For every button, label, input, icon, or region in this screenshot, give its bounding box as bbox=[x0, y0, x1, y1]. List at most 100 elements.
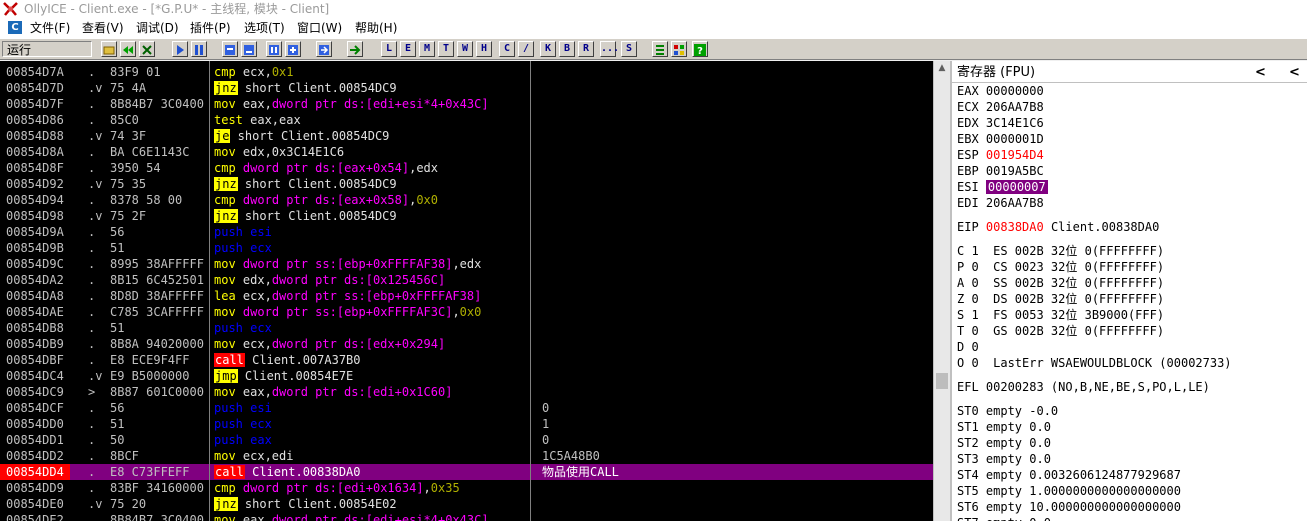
memory-window-button[interactable]: M bbox=[419, 41, 435, 57]
register-esp[interactable]: ESP 001954D4 bbox=[957, 147, 1044, 163]
restart-button[interactable] bbox=[120, 41, 136, 57]
fpu-register-st4[interactable]: ST4 empty 0.0032606124877929687 bbox=[957, 467, 1181, 483]
flag-segment-row[interactable]: C 1 ES 002B 32位 0(FFFFFFFF) bbox=[957, 243, 1164, 259]
disassembly-pane[interactable]: 00854D7A. 83F9 01 cmp ecx,0x1 00854D7D .v 75 … bbox=[0, 61, 933, 521]
menu-view[interactable]: 查看(V) bbox=[82, 18, 124, 38]
disasm-row[interactable]: 00854DD2. 8BCF mov ecx,edi 1C5A48B0 bbox=[0, 448, 933, 464]
windows-window-button[interactable]: W bbox=[457, 41, 473, 57]
disasm-hex-bytes: 8BCF bbox=[110, 449, 139, 463]
run-button[interactable] bbox=[172, 41, 188, 57]
step-over-button[interactable] bbox=[241, 41, 257, 57]
disasm-row[interactable]: 00854DD9. 83BF 34160000 cmp dword ptr ds:[… bbox=[0, 480, 933, 496]
modules-window-button[interactable]: E bbox=[400, 41, 416, 57]
help-button[interactable]: ? bbox=[692, 41, 708, 57]
callstack-window-button[interactable]: K bbox=[540, 41, 556, 57]
register-ecx[interactable]: ECX 206AA7B8 bbox=[957, 99, 1044, 115]
register-edx[interactable]: EDX 3C14E1C6 bbox=[957, 115, 1044, 131]
disasm-row[interactable]: 00854D7D .v 75 4A jnz short Client.00854DC9 bbox=[0, 80, 933, 96]
trace-over-button[interactable] bbox=[285, 41, 301, 57]
disasm-row[interactable]: 00854DD0. 51 push ecx 1 bbox=[0, 416, 933, 432]
pause-button[interactable] bbox=[191, 41, 207, 57]
flag-segment-row[interactable]: D 0 bbox=[957, 339, 979, 355]
fpu-register-st2[interactable]: ST2 empty 0.0 bbox=[957, 435, 1051, 451]
cpu-window-button[interactable]: C bbox=[499, 41, 515, 57]
fpu-register-st3[interactable]: ST3 empty 0.0 bbox=[957, 451, 1051, 467]
register-eip[interactable]: EIP 00838DA0 Client.00838DA0 bbox=[957, 219, 1159, 235]
disasm-row[interactable]: 00854D7F. 8B84B7 3C0400 mov eax,dword ptr … bbox=[0, 96, 933, 112]
menu-debug[interactable]: 调试(D) bbox=[136, 18, 179, 38]
disasm-row[interactable]: 00854DBF. E8 ECE9F4FF call Client.007A37B0 bbox=[0, 352, 933, 368]
flag-segment-row[interactable]: O 0 LastErr WSAEWOULDBLOCK (00002733) bbox=[957, 355, 1232, 371]
breakpoints-window-button[interactable]: B bbox=[559, 41, 575, 57]
menu-window[interactable]: 窗口(W) bbox=[297, 18, 342, 38]
disasm-row[interactable]: 00854D9C. 8995 38AFFFFF mov dword ptr ss:[… bbox=[0, 256, 933, 272]
step-into-button[interactable] bbox=[222, 41, 238, 57]
menu-plugins[interactable]: 插件(P) bbox=[190, 18, 231, 38]
disasm-row[interactable]: 00854DB8. 51 push ecx bbox=[0, 320, 933, 336]
register-ebp[interactable]: EBP 0019A5BC bbox=[957, 163, 1044, 179]
disasm-row[interactable]: 00854DD1. 50 push eax 0 bbox=[0, 432, 933, 448]
fpu-register-st1[interactable]: ST1 empty 0.0 bbox=[957, 419, 1051, 435]
disasm-row[interactable]: 00854DA2. 8B15 6C452501 mov edx,dword ptr … bbox=[0, 272, 933, 288]
go-to-button[interactable] bbox=[347, 41, 363, 57]
flag-segment-row[interactable]: Z 0 DS 002B 32位 0(FFFFFFFF) bbox=[957, 291, 1164, 307]
disassembly-scrollbar[interactable]: ▲ bbox=[933, 61, 950, 521]
disasm-row[interactable]: 00854D94. 8378 58 00 cmp dword ptr ds:[eax… bbox=[0, 192, 933, 208]
menu-options[interactable]: 选项(T) bbox=[244, 18, 285, 38]
fpu-register-st0[interactable]: ST0 empty -0.0 bbox=[957, 403, 1058, 419]
registers-pane[interactable]: 寄存器 (FPU) < < EAX 00000000 ECX 206AA7B8 ED… bbox=[950, 61, 1307, 521]
register-edi[interactable]: EDI 206AA7B8 bbox=[957, 195, 1044, 211]
disasm-row[interactable]: 00854DAE. C785 3CAFFFFF mov dword ptr ss:[… bbox=[0, 304, 933, 320]
trace-into-button[interactable] bbox=[266, 41, 282, 57]
register-ebx[interactable]: EBX 0000001D bbox=[957, 131, 1044, 147]
run-trace-window-button[interactable]: ... bbox=[600, 41, 619, 57]
fpu-register-st7[interactable]: ST7 empty 0.0 bbox=[957, 515, 1051, 521]
source-window-button[interactable]: S bbox=[621, 41, 637, 57]
disasm-row[interactable]: 00854D98 .v 75 2F jnz short Client.00854DC9 bbox=[0, 208, 933, 224]
fpu-register-st6[interactable]: ST6 empty 10.000000000000000000 bbox=[957, 499, 1181, 515]
fpu-register-st5[interactable]: ST5 empty 1.0000000000000000000 bbox=[957, 483, 1181, 499]
disasm-row[interactable]: 00854D8F. 3950 54 cmp dword ptr ds:[eax+0x… bbox=[0, 160, 933, 176]
next-view-arrow[interactable]: < bbox=[1289, 64, 1300, 82]
threads-window-button[interactable]: T bbox=[438, 41, 454, 57]
register-eax[interactable]: EAX 00000000 bbox=[957, 83, 1044, 99]
options-button[interactable] bbox=[671, 41, 687, 57]
menu-file[interactable]: 文件(F) bbox=[30, 18, 70, 38]
disasm-row[interactable]: 00854DE0 .v 75 20 jnz short Client.00854E02 bbox=[0, 496, 933, 512]
open-button[interactable] bbox=[101, 41, 117, 57]
prev-view-arrow[interactable]: < bbox=[1255, 64, 1266, 82]
appearance-button[interactable] bbox=[652, 41, 668, 57]
scrollbar-thumb[interactable] bbox=[936, 373, 948, 389]
disasm-row[interactable]: 00854DC4 .v E9 B5000000 jmp Client.00854E7E bbox=[0, 368, 933, 384]
flag-segment-row[interactable]: T 0 GS 002B 32位 0(FFFFFFFF) bbox=[957, 323, 1164, 339]
log-window-button[interactable]: L bbox=[381, 41, 397, 57]
cpu-window-icon[interactable]: C bbox=[8, 21, 22, 34]
scroll-up-arrow-icon[interactable]: ▲ bbox=[936, 63, 948, 73]
disasm-row[interactable]: 00854D86. 85C0 test eax,eax bbox=[0, 112, 933, 128]
flag-segment-row[interactable]: P 0 CS 0023 32位 0(FFFFFFFF) bbox=[957, 259, 1164, 275]
handles-window-button[interactable]: H bbox=[476, 41, 492, 57]
disasm-row[interactable]: 00854D7A. 83F9 01 cmp ecx,0x1 bbox=[0, 64, 933, 80]
disasm-row[interactable]: 00854D8A. BA C6E1143C mov edx,0x3C14E1C6 bbox=[0, 144, 933, 160]
patches-window-button[interactable]: / bbox=[518, 41, 534, 57]
register-esi[interactable]: ESI 00000007 bbox=[957, 179, 1048, 195]
return-arrow-icon bbox=[319, 45, 329, 55]
disasm-row[interactable]: 00854DC9 >8B87 601C0000 mov eax,dword ptr … bbox=[0, 384, 933, 400]
disasm-row[interactable]: 00854DA8. 8D8D 38AFFFFF lea ecx,dword ptr … bbox=[0, 288, 933, 304]
execute-till-return-button[interactable] bbox=[316, 41, 332, 57]
menu-help[interactable]: 帮助(H) bbox=[355, 18, 397, 38]
disasm-row[interactable]: 00854DB9. 8B8A 94020000 mov ecx,dword ptr … bbox=[0, 336, 933, 352]
close-button[interactable] bbox=[139, 41, 155, 57]
register-efl[interactable]: EFL 00200283 (NO,B,NE,BE,S,PO,L,LE) bbox=[957, 379, 1210, 395]
disasm-row[interactable]: 00854DE2. 8B84B7 3C0400 mov eax,dword ptr … bbox=[0, 512, 933, 521]
flag-segment-row[interactable]: A 0 SS 002B 32位 0(FFFFFFFF) bbox=[957, 275, 1164, 291]
disasm-row[interactable]: 00854D9B. 51 push ecx bbox=[0, 240, 933, 256]
disasm-row[interactable]: 00854D88 .v 74 3F je short Client.00854DC9 bbox=[0, 128, 933, 144]
disasm-row[interactable]: 00854D92 .v 75 35 jnz short Client.00854DC9 bbox=[0, 176, 933, 192]
flag-segment-row[interactable]: S 1 FS 0053 32位 3B9000(FFF) bbox=[957, 307, 1164, 323]
disasm-row-selected[interactable]: 00854DD4. E8 C73FFEFF call Client.00838DA0… bbox=[0, 464, 933, 480]
references-window-button[interactable]: R bbox=[578, 41, 594, 57]
disasm-hex-bytes: 51 bbox=[110, 417, 125, 431]
disasm-row[interactable]: 00854D9A. 56 push esi bbox=[0, 224, 933, 240]
disasm-row[interactable]: 00854DCF. 56 push esi 0 bbox=[0, 400, 933, 416]
